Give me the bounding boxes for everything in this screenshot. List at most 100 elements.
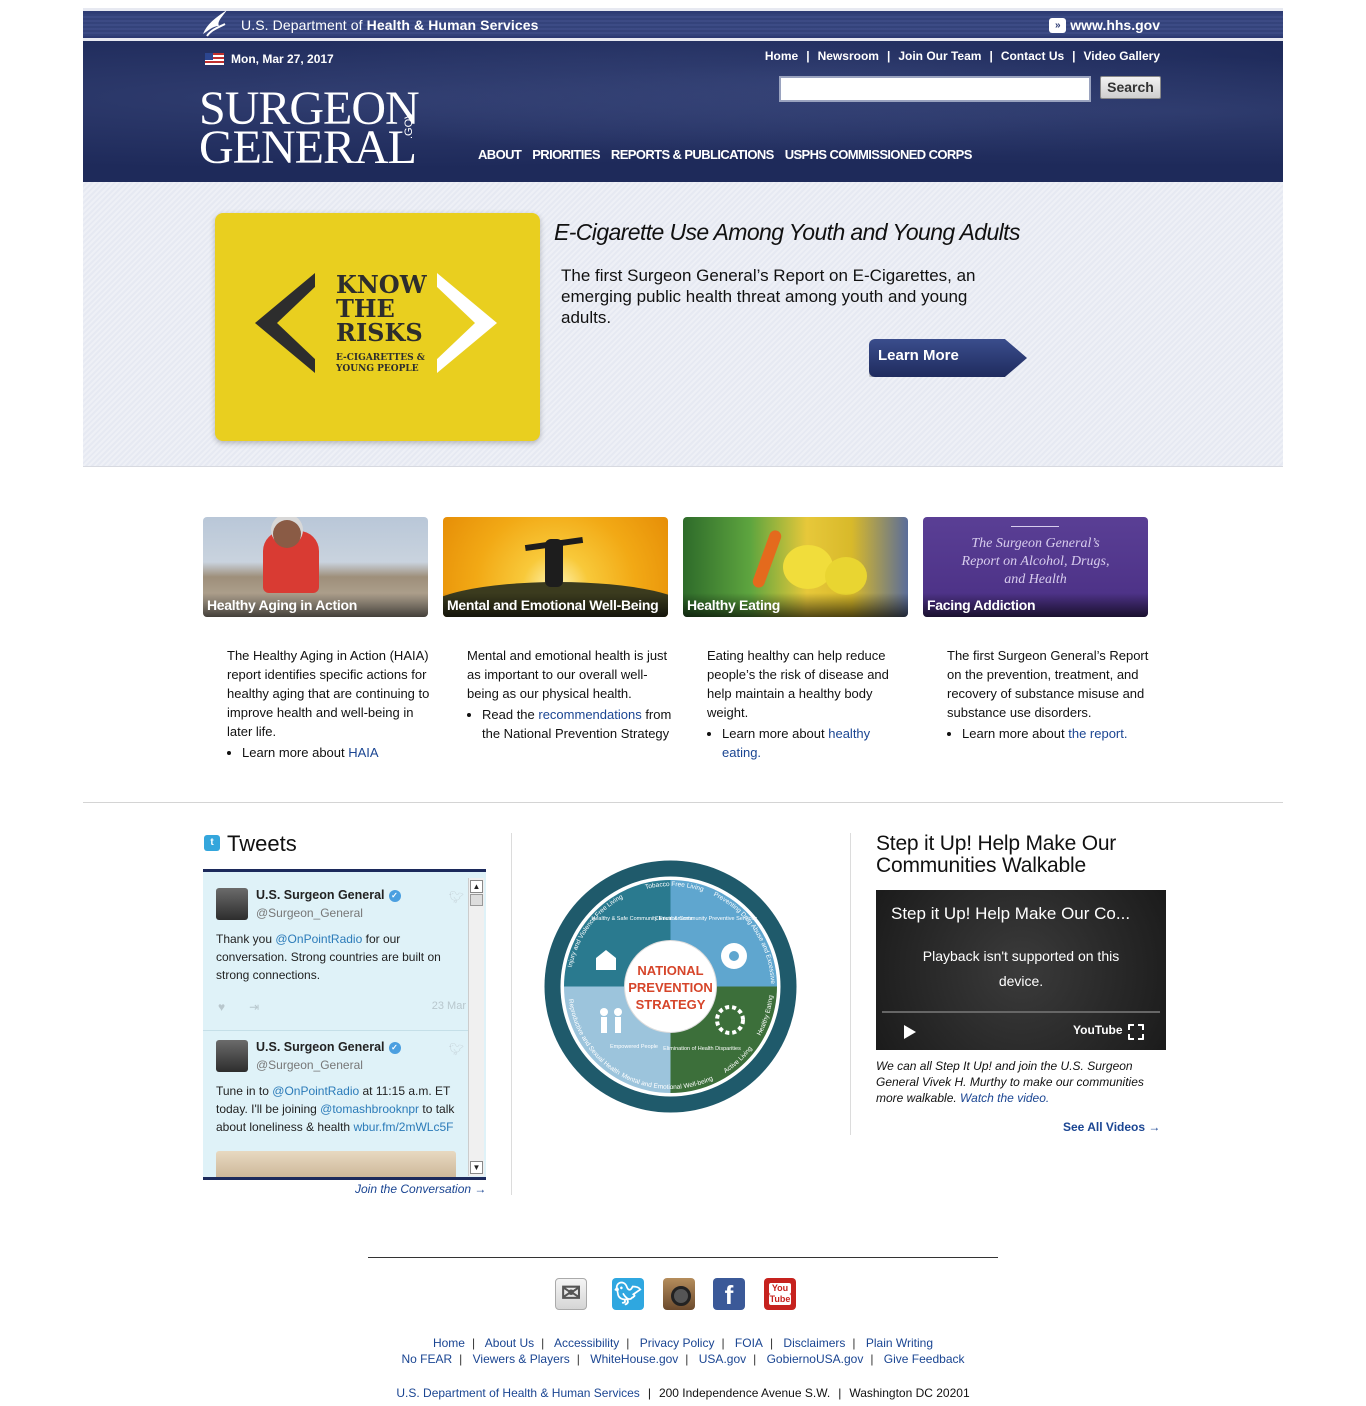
main-nav-about[interactable]: ABOUT [478,147,522,162]
avatar[interactable] [216,888,248,920]
footer-link-usa-gov[interactable]: USA.gov [699,1352,746,1366]
footer-link-plain-writing[interactable]: Plain Writing [866,1336,933,1350]
footer-link-no-fear[interactable]: No FEAR [401,1352,452,1366]
scroll-up-arrow-icon[interactable]: ▲ [470,880,483,893]
tweet-author[interactable]: U.S. Surgeon General ✓ [256,888,401,902]
scroll-down-arrow-icon[interactable]: ▼ [470,1161,483,1174]
instagram-icon[interactable] [663,1278,695,1310]
tweets-heading: Tweets [227,831,297,856]
youtube-icon[interactable]: You Tube [764,1278,796,1310]
main-nav-priorities[interactable]: PRIORITIES [532,147,600,162]
utility-nav-newsroom[interactable]: Newsroom [818,49,879,63]
utility-nav-contact-us[interactable]: Contact Us [1001,49,1064,63]
join-the-conversation-link[interactable]: Join the Conversation → [355,1182,486,1196]
nav-separator: | [806,49,810,63]
search-input[interactable] [779,76,1091,102]
hhs-eagle-icon [203,10,227,37]
tweet-author[interactable]: U.S. Surgeon General ✓ [256,1040,401,1054]
mention-link[interactable]: @tomashbrooknpr [320,1102,419,1116]
share-icon[interactable]: ⇥ [249,1000,259,1014]
tweet-author-name: U.S. Surgeon General [256,888,385,902]
feature-bullet: Learn more about the report. [962,724,1152,743]
footer-link-privacy-policy[interactable]: Privacy Policy [640,1336,715,1350]
haia-link[interactable]: HAIA [348,745,378,760]
tweet-handle[interactable]: @Surgeon_General [256,906,363,920]
youtube-video-player[interactable]: Step it Up! Help Make Our Co... Playback… [876,890,1166,1050]
footer-separator: | [870,1352,874,1366]
bullet-text: Read the [482,707,539,722]
hhs-title-bold: Health & Human Services [366,17,539,33]
footer-link-gobiernousa[interactable]: GobiernoUSA.gov [767,1352,864,1366]
footer-separator: | [753,1352,757,1366]
healthy-eating-tile[interactable]: Healthy Eating [683,517,908,617]
hhs-footer-link[interactable]: U.S. Department of Health & Human Servic… [396,1386,639,1400]
facebook-icon[interactable]: f [713,1278,745,1310]
surgeon-general-logo[interactable]: SURGEON GENERAL .GOV [199,84,420,172]
hhs-title[interactable]: U.S. Department of Health & Human Servic… [241,17,539,33]
footer-separator: | [685,1352,689,1366]
hhs-site-link[interactable]: » www.hhs.gov [1049,17,1160,33]
main-nav-reports-publications[interactable]: REPORTS & PUBLICATIONS [611,147,774,162]
healthy-aging-tile[interactable]: Healthy Aging in Action [203,517,428,617]
avatar[interactable] [216,1040,248,1072]
know-the-risks-card[interactable]: KNOW THE RISKS E-CIGARETTES & YOUNG PEOP… [215,213,540,441]
twitter-icon[interactable]: 🐦︎ [612,1278,644,1310]
video-progress-bar[interactable] [882,1011,1160,1013]
utility-nav-video-gallery[interactable]: Video Gallery [1084,49,1160,63]
timeline-scrollbar[interactable]: ▲ ▼ [468,878,484,1176]
recommendations-link[interactable]: recommendations [538,707,641,722]
main-nav-usphs-commissioned-corps[interactable]: USPHS COMMISSIONED CORPS [785,147,973,162]
twitter-bird-icon[interactable]: 🐦︎ [449,890,464,904]
watch-the-video-link[interactable]: Watch the video. [960,1091,1049,1105]
footer-address: U.S. Department of Health & Human Servic… [0,1386,1366,1400]
facing-addiction-tile[interactable]: The Surgeon General’s Report on Alcohol,… [923,517,1148,617]
tweet-handle[interactable]: @Surgeon_General [256,1058,363,1072]
footer-link-about-us[interactable]: About Us [485,1336,534,1350]
footer-link-give-feedback[interactable]: Give Feedback [884,1352,965,1366]
like-icon[interactable]: ♥ [218,1000,225,1014]
the-report-link[interactable]: the report. [1068,726,1127,741]
footer-link-disclaimers[interactable]: Disclaimers [783,1336,845,1350]
scrollbar-thumb[interactable] [470,894,483,906]
footer-link-whitehouse[interactable]: WhiteHouse.gov [590,1352,678,1366]
tweet-url-link[interactable]: wbur.fm/2mWLc5F [353,1120,453,1134]
tweet-body: Thank you @OnPointRadio for our conversa… [216,930,461,984]
footer-link-home[interactable]: Home [433,1336,465,1350]
current-date: Mon, Mar 27, 2017 [231,52,334,66]
person-silhouette [545,539,563,587]
twitter-bird-icon[interactable]: 🐦︎ [449,1042,464,1056]
hero-banner: KNOW THE RISKS E-CIGARETTES & YOUNG PEOP… [83,182,1283,467]
mental-wellbeing-tile[interactable]: Mental and Emotional Well-Being [443,517,668,617]
national-prevention-strategy-wheel[interactable]: NATIONAL PREVENTION STRATEGY Healthy & S… [544,860,797,1113]
hhs-site-link-label: www.hhs.gov [1070,17,1160,33]
utility-nav-home[interactable]: Home [765,49,798,63]
youtube-logo-icon[interactable]: YouTube [1073,1023,1123,1037]
footer-link-accessibility[interactable]: Accessibility [554,1336,619,1350]
footer-link-foia[interactable]: FOIA [735,1336,763,1350]
utility-nav: Home | Newsroom | Join Our Team | Contact U… [765,49,1160,63]
learn-more-button[interactable]: Learn More [869,339,1027,377]
footer-link-viewers-players[interactable]: Viewers & Players [473,1352,570,1366]
woman-head [273,520,301,548]
tweet-image[interactable] [216,1151,456,1177]
column-divider [850,833,851,1135]
video-heading: Step it Up! Help Make Our Communities Wa… [876,832,1117,877]
tweet-timestamp[interactable]: 23 Mar [432,1000,466,1012]
city-address: Washington DC 20201 [849,1386,970,1400]
utility-nav-join-our-team[interactable]: Join Our Team [898,49,981,63]
tile-caption: Mental and Emotional Well-Being [443,593,668,617]
mention-link[interactable]: @OnPointRadio [272,1084,359,1098]
video-title[interactable]: Step it Up! Help Make Our Co... [891,904,1130,924]
see-all-videos-link[interactable]: See All Videos → [1063,1120,1160,1134]
fullscreen-icon[interactable] [1128,1024,1144,1040]
email-icon[interactable] [555,1278,587,1310]
search-button[interactable]: Search [1100,76,1161,99]
nav-separator: | [886,49,891,63]
bullet-text: Learn more about [242,745,349,760]
twitter-timeline[interactable]: U.S. Surgeon General ✓ @Surgeon_General 🐦… [203,869,486,1180]
footer-separator: | [471,1336,476,1350]
mention-link[interactable]: @OnPointRadio [275,932,362,946]
hero-title: E-Cigarette Use Among Youth and Young Ad… [554,219,1020,245]
site-header: Mon, Mar 27, 2017 Home | Newsroom | Join O… [83,41,1283,182]
play-icon[interactable] [904,1025,916,1039]
